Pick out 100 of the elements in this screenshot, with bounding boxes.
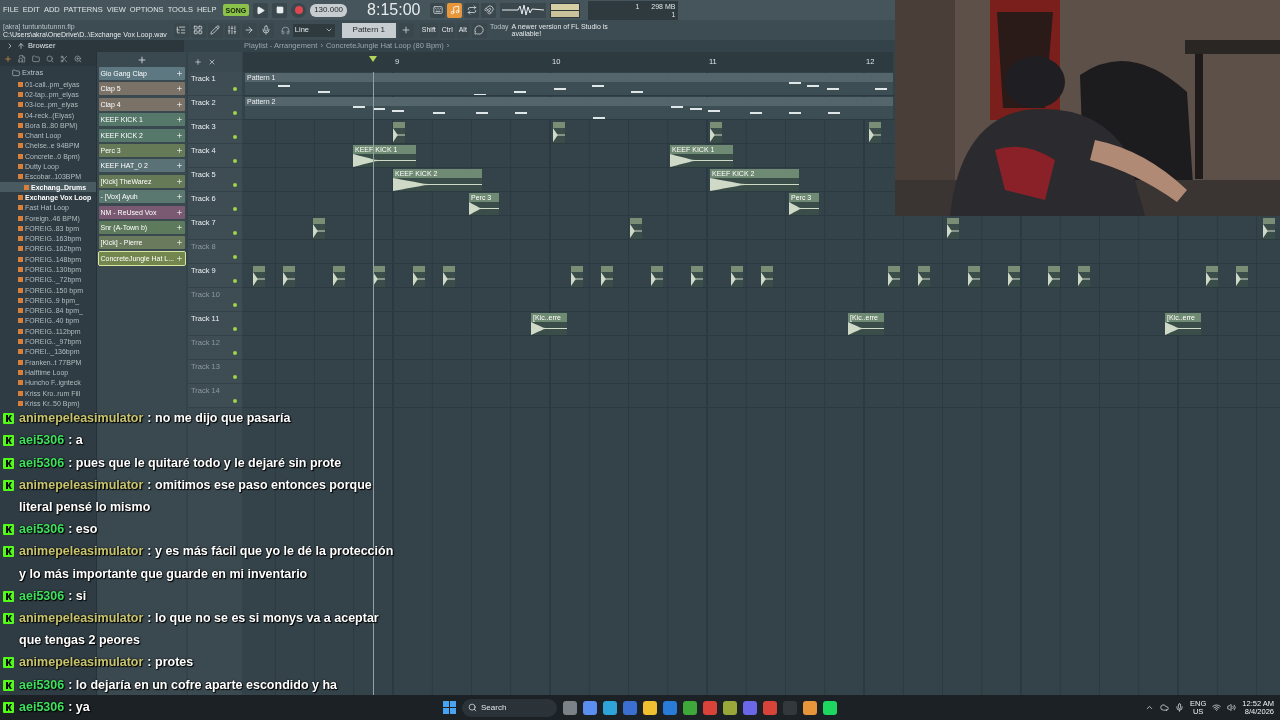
- audio-clip[interactable]: [1236, 266, 1248, 287]
- app-icon[interactable]: [683, 700, 697, 715]
- audio-clip[interactable]: [1206, 266, 1218, 287]
- search-field[interactable]: Search: [462, 698, 557, 717]
- toolbar-button[interactable]: [471, 22, 487, 38]
- scissors-icon[interactable]: [60, 55, 68, 63]
- toolbar-button[interactable]: [207, 22, 223, 38]
- audio-clip[interactable]: [1048, 266, 1060, 287]
- audio-clip[interactable]: [869, 122, 881, 143]
- cloud-icon[interactable]: [1160, 703, 1170, 712]
- audio-clip[interactable]: [1263, 218, 1275, 239]
- tempo-field[interactable]: 130.000: [310, 3, 348, 17]
- plus-icon: [401, 25, 412, 35]
- app-icon[interactable]: [723, 700, 737, 715]
- audio-clip[interactable]: [443, 266, 455, 287]
- expand-icon[interactable]: [6, 42, 14, 50]
- audio-clip[interactable]: [283, 266, 295, 287]
- add-icon[interactable]: [4, 55, 12, 63]
- waveform-drawing: [1206, 272, 1218, 286]
- track-led-icon[interactable]: [233, 87, 237, 91]
- waveform-drawing: [691, 272, 703, 286]
- audio-clip[interactable]: [253, 266, 265, 287]
- windows-logo-icon[interactable]: [443, 701, 456, 714]
- platform-icon: [3, 701, 14, 713]
- file-icon[interactable]: [18, 55, 26, 63]
- track-led-icon[interactable]: [233, 255, 237, 259]
- chat-message: aei5306 : ya: [19, 698, 91, 716]
- audio-clip[interactable]: [393, 122, 405, 143]
- app-icon[interactable]: [583, 700, 597, 715]
- audio-clip[interactable]: [761, 266, 773, 287]
- toolbar-button[interactable]: [464, 2, 480, 18]
- track-led-icon[interactable]: [233, 399, 237, 403]
- toolbar-button[interactable]: [398, 22, 414, 38]
- audio-clip[interactable]: [947, 218, 959, 239]
- platform-icon: [3, 657, 14, 669]
- audio-clip[interactable]: [333, 266, 345, 287]
- track-led-icon[interactable]: [233, 279, 237, 283]
- app-icon[interactable]: [603, 700, 617, 715]
- track-led-icon[interactable]: [233, 327, 237, 331]
- platform-icon: [3, 479, 14, 491]
- waveform-drawing: [1236, 272, 1248, 286]
- audio-clip[interactable]: [571, 266, 583, 287]
- audio-clip[interactable]: [691, 266, 703, 287]
- toolbar-button[interactable]: [481, 2, 497, 18]
- search-icon[interactable]: [46, 55, 54, 63]
- close-icon[interactable]: [208, 58, 216, 66]
- app-icon[interactable]: [563, 700, 577, 715]
- chat-message: animepeleasimulator : lo que no se es si monys va a aceptar que tengas 2 peores: [19, 610, 380, 650]
- add-channel-icon[interactable]: [136, 54, 147, 65]
- audio-clip[interactable]: [1078, 266, 1090, 287]
- audio-clip[interactable]: [313, 218, 325, 239]
- app-icon[interactable]: [823, 700, 837, 715]
- track-led-icon[interactable]: [233, 231, 237, 235]
- waveform-drawing: [789, 202, 819, 215]
- audio-clip[interactable]: [710, 122, 722, 143]
- wifi-icon[interactable]: [1212, 703, 1222, 712]
- audio-clip[interactable]: [888, 266, 900, 287]
- loop-icon: [466, 5, 477, 15]
- waveform-drawing: [918, 272, 930, 286]
- audio-clip[interactable]: [918, 266, 930, 287]
- app-icon[interactable]: [643, 700, 657, 715]
- up-arrow-icon[interactable]: [17, 42, 25, 50]
- audio-clip[interactable]: [553, 122, 565, 143]
- track-led-icon[interactable]: [233, 159, 237, 163]
- track-led-icon[interactable]: [233, 207, 237, 211]
- toolbar-button[interactable]: [241, 22, 257, 38]
- audio-clip[interactable]: [1008, 266, 1020, 287]
- waveform-drawing: [1263, 224, 1275, 238]
- waveform-drawing: [531, 322, 567, 335]
- track-led-icon[interactable]: [233, 135, 237, 139]
- zoom-icon[interactable]: [74, 55, 82, 63]
- audio-clip[interactable]: [651, 266, 663, 287]
- toolbar-button[interactable]: [447, 2, 463, 18]
- add-track-icon[interactable]: [194, 58, 202, 66]
- stop-button[interactable]: [272, 2, 288, 18]
- track-led-icon[interactable]: [233, 183, 237, 187]
- play-button[interactable]: [253, 2, 269, 18]
- toolbar-button[interactable]: [190, 22, 206, 38]
- pattern-selector[interactable]: Pattern 1: [341, 22, 396, 38]
- chat-message: aei5306 : lo dejaría en un cofre aparte escondido y ha: [19, 676, 338, 694]
- plus-icon: [175, 193, 183, 201]
- audio-clip[interactable]: [968, 266, 980, 287]
- toolbar-button[interactable]: [224, 22, 240, 38]
- toolbar-button[interactable]: [258, 22, 274, 38]
- audio-clip[interactable]: [413, 266, 425, 287]
- app-icon[interactable]: [803, 700, 817, 715]
- tray-chevron-icon[interactable]: [1145, 703, 1155, 712]
- folder-icon[interactable]: [32, 55, 40, 63]
- playhead-marker[interactable]: [369, 56, 377, 62]
- toolbar-button[interactable]: [173, 22, 189, 38]
- microphone-icon[interactable]: [1175, 703, 1185, 712]
- audio-clip[interactable]: [630, 218, 642, 239]
- track-led-icon[interactable]: [233, 111, 237, 115]
- audio-clip[interactable]: [731, 266, 743, 287]
- track-led-icon[interactable]: [233, 351, 237, 355]
- speaker-icon[interactable]: [1227, 703, 1237, 712]
- audio-clip[interactable]: [601, 266, 613, 287]
- toolbar-button[interactable]: [430, 2, 446, 18]
- track-led-icon[interactable]: [233, 375, 237, 379]
- track-led-icon[interactable]: [233, 303, 237, 307]
